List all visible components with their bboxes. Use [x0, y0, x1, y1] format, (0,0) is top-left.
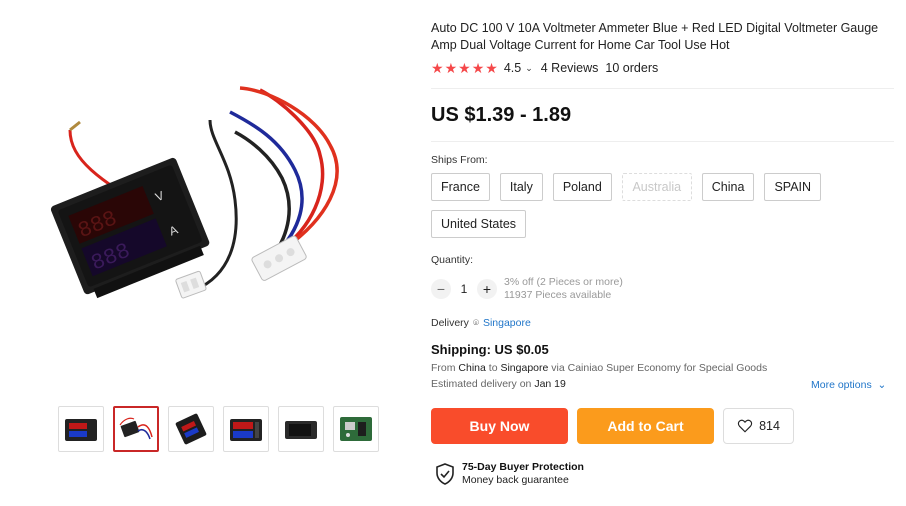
reviews-link[interactable]: 4 Reviews: [541, 61, 599, 75]
heart-icon: [737, 419, 753, 433]
ships-from-label: Ships From:: [431, 154, 488, 166]
ship-option-italy[interactable]: Italy: [499, 173, 543, 201]
thumbnail-1[interactable]: [58, 406, 104, 452]
estimated-delivery-date: Jan 19: [534, 378, 566, 390]
ship-option-united-states[interactable]: United States: [431, 210, 527, 238]
divider: [431, 88, 894, 89]
wishlist-button[interactable]: 814: [723, 408, 794, 444]
orders-count: 10 orders: [605, 61, 659, 75]
ship-option-china[interactable]: China: [701, 173, 755, 201]
buyer-protection: 75-Day Buyer Protection Money back guara…: [435, 461, 584, 487]
rating-value[interactable]: 4.5: [504, 61, 521, 75]
thumbnail-2[interactable]: [113, 406, 159, 452]
star-icon: ★: [444, 60, 458, 76]
thumbnail-4[interactable]: [223, 406, 269, 452]
shield-check-icon: [436, 463, 454, 485]
quantity-label: Quantity:: [431, 254, 474, 266]
rating-row: ★ ★ ★ ★ ★ 4.5 ⌄ 4 Reviews 10 orders: [431, 61, 658, 75]
protection-title: 75-Day Buyer Protection: [462, 461, 584, 473]
quantity-decrease-button[interactable]: −: [431, 279, 451, 299]
quantity-value[interactable]: 1: [451, 282, 477, 296]
shipping-title: Shipping: US $0.05: [431, 342, 549, 357]
ship-option-poland[interactable]: Poland: [552, 173, 612, 201]
chevron-down-icon[interactable]: ⌄: [525, 63, 533, 74]
shipping-to-country: Singapore: [500, 362, 549, 374]
star-icon: ★: [471, 60, 485, 76]
wishlist-count: 814: [759, 419, 780, 433]
star-rating: ★ ★ ★ ★ ★: [431, 61, 498, 75]
add-to-cart-button[interactable]: Add to Cart: [577, 408, 714, 444]
quantity-stepper: − 1 + 3% off (2 Pieces or more) 11937 Pi…: [431, 276, 623, 302]
quantity-info: 3% off (2 Pieces or more) 11937 Pieces a…: [504, 276, 623, 302]
delivery-row: Delivery ⌾ Singapore: [431, 317, 531, 329]
product-main-image: 888 888 V A: [30, 60, 390, 360]
delivery-location-link[interactable]: Singapore: [483, 317, 531, 329]
ship-option-australia: Australia: [621, 173, 692, 201]
delivery-label: Delivery: [431, 317, 469, 329]
thumbnail-6[interactable]: [333, 406, 379, 452]
estimated-delivery-text: Estimated delivery on: [431, 378, 532, 390]
product-title: Auto DC 100 V 10A Voltmeter Ammeter Blue…: [431, 21, 879, 52]
location-pin-icon: ⌾: [472, 317, 479, 329]
star-icon: ★: [485, 60, 498, 76]
thumbnail-3[interactable]: [168, 406, 214, 452]
buy-now-button[interactable]: Buy Now: [431, 408, 568, 444]
quantity-increase-button[interactable]: +: [477, 279, 497, 299]
more-options-link[interactable]: More options ⌄: [811, 379, 886, 391]
shipping-to-text: to: [488, 362, 498, 374]
star-icon: ★: [431, 60, 444, 76]
ship-option-france[interactable]: France: [431, 173, 490, 201]
ships-from-options: France Italy Poland Australia China SPAI…: [431, 173, 901, 238]
estimated-delivery: Estimated delivery on Jan 19: [431, 378, 566, 390]
ship-option-spain[interactable]: SPAIN: [764, 173, 822, 201]
shipping-from-country: China: [458, 362, 486, 374]
shipping-route: From China to Singapore via Cainiao Supe…: [431, 362, 767, 374]
thumbnail-strip: [58, 406, 379, 452]
more-options-label: More options: [811, 379, 872, 391]
price: US $1.39 - 1.89: [431, 104, 572, 126]
voltmeter-image: 888 888 V A: [50, 86, 339, 299]
protection-subtitle: Money back guarantee: [462, 474, 569, 486]
shipping-from-text: From: [431, 362, 456, 374]
star-icon: ★: [458, 60, 471, 76]
stock-available-text: 11937 Pieces available: [504, 289, 612, 301]
chevron-down-icon: ⌄: [874, 379, 887, 391]
divider: [431, 141, 894, 142]
thumbnail-5[interactable]: [278, 406, 324, 452]
shipping-method: via Cainiao Super Economy for Special Go…: [551, 362, 768, 374]
bulk-discount-text: 3% off (2 Pieces or more): [504, 276, 623, 288]
